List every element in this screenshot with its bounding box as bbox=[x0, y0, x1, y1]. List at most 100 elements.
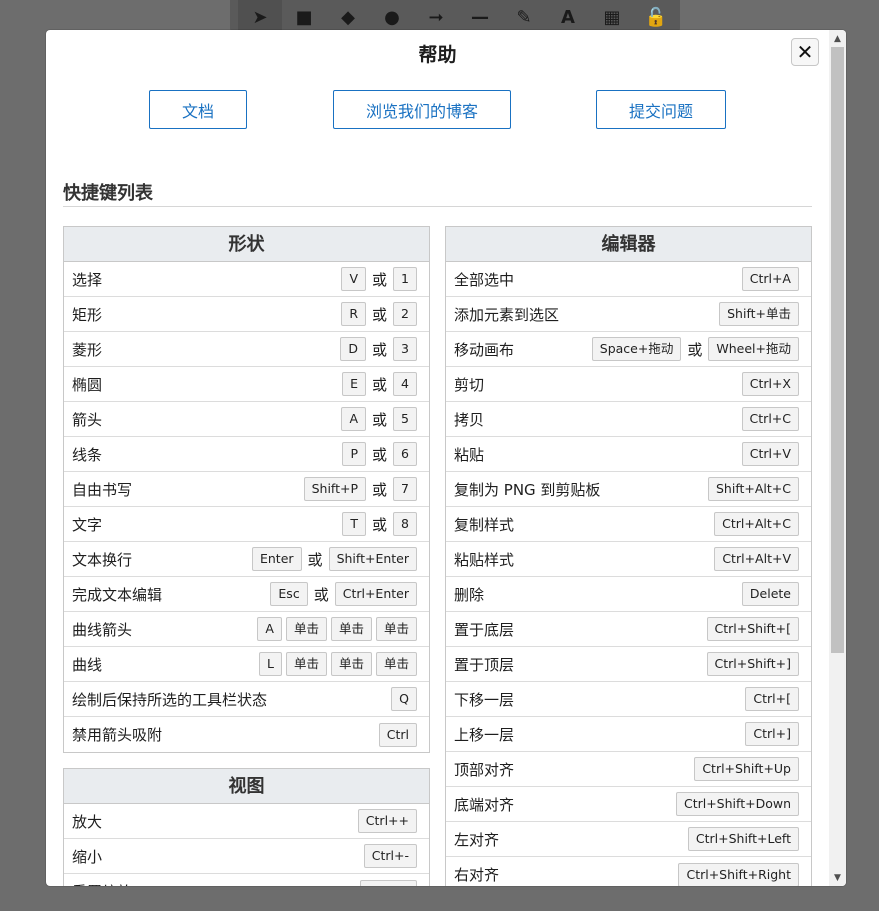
lock-tool-button[interactable]: 🔓 bbox=[634, 0, 678, 34]
rectangle-tool-button[interactable]: ■ bbox=[282, 0, 326, 34]
library-tool-icon: ▦ bbox=[603, 6, 621, 28]
or-separator: 或 bbox=[372, 515, 388, 534]
or-separator: 或 bbox=[687, 340, 703, 359]
key-cap: Ctrl+Shift+[ bbox=[706, 617, 799, 641]
pencil-tool-button[interactable]: ✎ bbox=[502, 0, 546, 34]
view-shortcut-island: 视图 放大 Ctrl++ 缩小 Ctrl+- 重置缩放 Ctrl+0 bbox=[63, 768, 430, 886]
key-cap: Ctrl+0 bbox=[360, 879, 417, 886]
or-separator: 或 bbox=[372, 480, 388, 499]
blog-link-button[interactable]: 浏览我们的博客 bbox=[333, 90, 511, 129]
shortcut-row: 禁用箭头吸附 Ctrl bbox=[64, 717, 429, 752]
shortcut-label: 线条 bbox=[72, 445, 103, 464]
pencil-tool-icon: ✎ bbox=[516, 6, 532, 28]
or-separator: 或 bbox=[372, 340, 388, 359]
key-cap: Q bbox=[391, 687, 417, 711]
shortcut-label: 粘贴 bbox=[454, 445, 485, 464]
shortcut-label: 置于顶层 bbox=[454, 655, 515, 674]
key-cap: 7 bbox=[393, 477, 417, 501]
or-separator: 或 bbox=[372, 375, 388, 394]
shapes-island-title: 形状 bbox=[64, 227, 429, 262]
dialog-title: 帮助 bbox=[418, 44, 457, 66]
shortcut-keys: V或1 bbox=[341, 267, 417, 291]
shortcut-row: 绘制后保持所选的工具栏状态 Q bbox=[64, 682, 429, 717]
select-tool-icon: ➤ bbox=[252, 6, 268, 28]
shortcut-label: 曲线箭头 bbox=[72, 620, 133, 639]
shortcut-keys: Ctrl+Shift+[ bbox=[706, 617, 799, 641]
ellipse-tool-button[interactable]: ● bbox=[370, 0, 414, 34]
library-tool-button[interactable]: ▦ bbox=[590, 0, 634, 34]
shortcut-keys: Ctrl++ bbox=[357, 809, 417, 833]
shortcut-label: 复制为 PNG 到剪贴板 bbox=[454, 480, 601, 499]
key-cap: Ctrl+V bbox=[741, 442, 799, 466]
shapes-shortcut-island: 形状 选择 V 或 1 矩形 R 或 2 菱形 D 或 3 椭圆 E 或 4 箭头 A 或 5 线条 P 或 6 自由书写 Shi… bbox=[63, 226, 430, 753]
scroll-up-arrow-icon[interactable]: ▲ bbox=[829, 30, 846, 47]
key-cap: 4 bbox=[393, 372, 417, 396]
close-button[interactable]: ✕ bbox=[791, 38, 819, 66]
arrow-tool-button[interactable]: ➞ bbox=[414, 0, 458, 34]
help-dialog-content[interactable]: 帮助 ✕ 文档 浏览我们的博客 提交问题 快捷键列表 形状 选择 V 或 1 矩形 R 或 2… bbox=[46, 30, 829, 886]
shortcut-label: 全部选中 bbox=[454, 270, 515, 289]
key-cap: 单击 bbox=[285, 617, 327, 641]
key-cap: Shift+P bbox=[303, 477, 367, 501]
shortcut-keys: T或8 bbox=[342, 512, 417, 536]
shortcut-keys: Ctrl+V bbox=[741, 442, 799, 466]
key-cap: 5 bbox=[393, 407, 417, 431]
scroll-down-arrow-icon[interactable]: ▼ bbox=[829, 869, 846, 886]
shortcut-label: 右对齐 bbox=[454, 866, 500, 884]
or-separator: 或 bbox=[307, 550, 323, 569]
shortcut-keys: Shift+P 或 7 bbox=[303, 477, 417, 501]
key-cap: 单击 bbox=[285, 652, 327, 676]
key-cap: Ctrl+Shift+] bbox=[706, 652, 799, 676]
shortcut-keys: Delete bbox=[741, 582, 799, 606]
section-divider bbox=[63, 206, 812, 207]
key-cap: V bbox=[341, 267, 367, 291]
diamond-tool-button[interactable]: ◆ bbox=[326, 0, 370, 34]
shortcut-label: 删除 bbox=[454, 585, 485, 604]
key-cap: Shift+单击 bbox=[719, 302, 799, 326]
key-cap: Ctrl+Alt+V bbox=[714, 547, 799, 571]
key-cap: Enter bbox=[251, 547, 302, 571]
shortcut-keys: Ctrl+Alt+V bbox=[714, 547, 799, 571]
diamond-tool-icon: ◆ bbox=[341, 6, 355, 28]
shortcut-keys: Ctrl+A bbox=[741, 267, 799, 291]
vertical-scrollbar[interactable]: ▲ ▼ bbox=[829, 30, 846, 886]
shortcut-row: 上移一层 Ctrl+] bbox=[446, 717, 811, 752]
shortcut-row: 复制样式 Ctrl+Alt+C bbox=[446, 507, 811, 542]
shortcut-label: 曲线 bbox=[72, 655, 103, 674]
key-cap: Shift+Alt+C bbox=[707, 477, 799, 501]
shortcut-keys: Ctrl+Alt+C bbox=[714, 512, 799, 536]
scrollbar-thumb[interactable] bbox=[831, 47, 844, 653]
shortcut-label: 重置缩放 bbox=[72, 881, 132, 886]
or-separator: 或 bbox=[372, 410, 388, 429]
line-tool-button[interactable]: — bbox=[458, 0, 502, 34]
issue-link-button[interactable]: 提交问题 bbox=[596, 90, 726, 129]
or-separator: 或 bbox=[372, 270, 388, 289]
shortcut-row: 菱形 D 或 3 bbox=[64, 332, 429, 367]
shortcut-row: 右对齐 Ctrl+Shift+Right bbox=[446, 857, 811, 886]
shortcut-row: 下移一层 Ctrl+[ bbox=[446, 682, 811, 717]
arrow-tool-icon: ➞ bbox=[428, 6, 444, 28]
key-cap: Ctrl+C bbox=[741, 407, 799, 431]
key-cap: Ctrl+[ bbox=[745, 687, 799, 711]
shortcut-row: 椭圆 E 或 4 bbox=[64, 367, 429, 402]
key-cap: Ctrl+Shift+Left bbox=[687, 827, 799, 851]
shortcut-keys: Enter 或 Shift+Enter bbox=[251, 547, 417, 571]
shortcut-label: 绘制后保持所选的工具栏状态 bbox=[72, 690, 268, 709]
shortcut-keys: L 单击 单击 单击 bbox=[258, 652, 417, 676]
key-cap: 1 bbox=[393, 267, 417, 291]
shortcut-row: 置于底层 Ctrl+Shift+[ bbox=[446, 612, 811, 647]
shortcut-row: 剪切 Ctrl+X bbox=[446, 367, 811, 402]
select-tool-button[interactable]: ➤ bbox=[238, 0, 282, 34]
shortcut-keys: P或6 bbox=[342, 442, 417, 466]
key-cap: P bbox=[342, 442, 367, 466]
key-cap: 2 bbox=[393, 302, 417, 326]
docs-link-button[interactable]: 文档 bbox=[149, 90, 247, 129]
key-cap: Ctrl+Shift+Right bbox=[678, 862, 799, 886]
rectangle-tool-icon: ■ bbox=[295, 6, 313, 28]
shortcut-keys: Ctrl+C bbox=[741, 407, 799, 431]
shortcut-label: 拷贝 bbox=[454, 410, 485, 429]
shortcut-row: 全部选中 Ctrl+A bbox=[446, 262, 811, 297]
key-cap: A bbox=[341, 407, 367, 431]
text-tool-button[interactable]: A bbox=[546, 0, 590, 34]
shortcut-label: 椭圆 bbox=[72, 375, 103, 394]
